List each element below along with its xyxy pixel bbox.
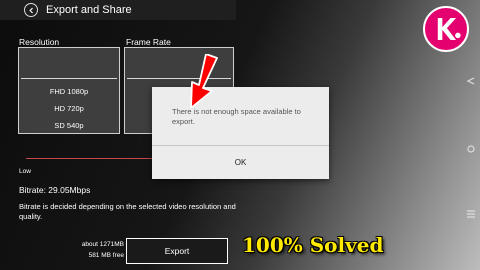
back-button[interactable] (24, 3, 38, 17)
storage-free: 581 MB free (88, 252, 124, 259)
resolution-option-720p[interactable]: HD 720p (19, 104, 119, 113)
solved-caption: 100% Solved (242, 233, 384, 257)
resolution-picker[interactable]: FHD 1080p HD 720p SD 540p (18, 47, 120, 134)
kinemaster-logo (423, 6, 469, 52)
picker-divider (21, 78, 117, 79)
alert-dialog: There is not enough space available to e… (152, 87, 329, 179)
dialog-divider (152, 145, 329, 146)
ok-button[interactable]: OK (152, 147, 329, 177)
back-arrow-icon (28, 7, 33, 13)
home-nav-icon[interactable] (466, 145, 476, 153)
slider-low-label: Low (19, 168, 31, 175)
storage-required: about 1271MB (81, 241, 124, 248)
resolution-label: Resolution (19, 37, 60, 47)
title-bar: Export and Share (0, 0, 236, 20)
resolution-option-540p[interactable]: SD 540p (19, 121, 119, 130)
bitrate-value: Bitrate: 29.05Mbps (19, 185, 91, 195)
export-button[interactable]: Export (126, 238, 228, 264)
back-nav-icon[interactable] (466, 77, 476, 85)
page-title: Export and Share (46, 4, 132, 16)
resolution-option-1080p[interactable]: FHD 1080p (19, 87, 119, 96)
quality-slider[interactable] (26, 158, 166, 159)
red-arrow-icon (190, 54, 218, 108)
kinemaster-k-icon (437, 18, 461, 40)
frame-rate-label: Frame Rate (126, 37, 171, 47)
dialog-message: There is not enough space available to e… (172, 107, 301, 126)
recents-nav-icon[interactable] (466, 210, 476, 218)
bitrate-description: Bitrate is decided depending on the sele… (19, 202, 236, 221)
